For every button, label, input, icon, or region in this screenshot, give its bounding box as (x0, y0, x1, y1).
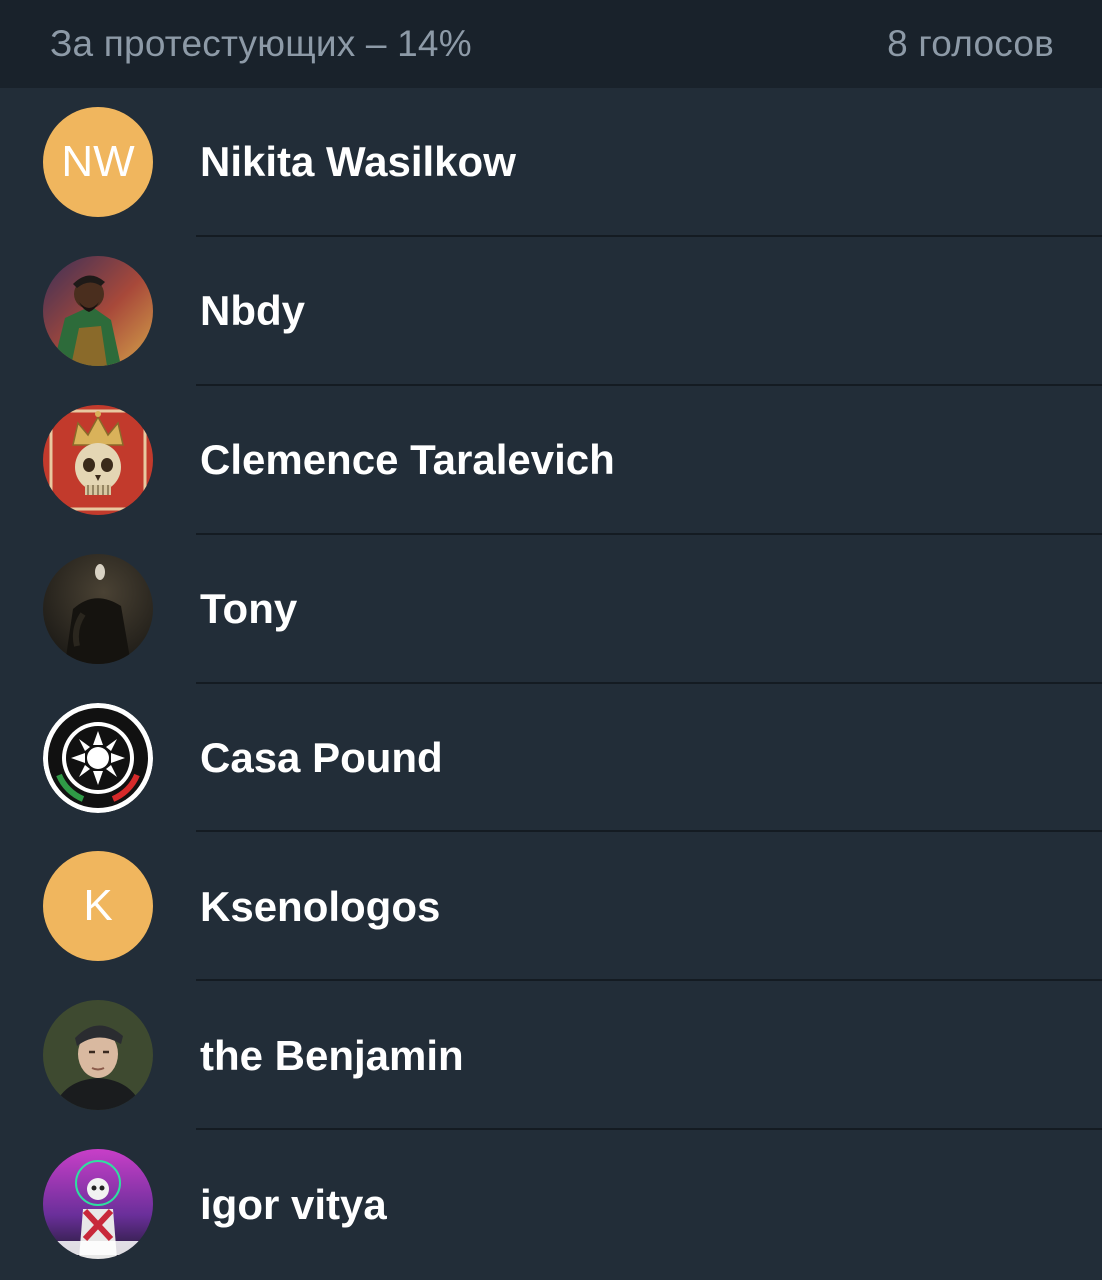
voter-name: igor vitya (200, 1180, 387, 1228)
man-portrait-avatar-icon (43, 1000, 153, 1111)
voter-row[interactable]: the Benjamin (0, 981, 1102, 1131)
voter-row[interactable]: igor vitya (0, 1130, 1102, 1279)
voter-row[interactable]: NW Nikita Wasilkow (0, 88, 1102, 237)
avatar: K (43, 851, 153, 962)
turtle-emblem-avatar-icon (43, 702, 153, 813)
cartoon-man-avatar-icon (43, 255, 153, 366)
voter-row[interactable]: Tony (0, 535, 1102, 684)
avatar (43, 553, 153, 664)
voter-name: Tony (200, 585, 298, 633)
voter-row[interactable]: K Ksenologos (0, 832, 1102, 982)
voter-row[interactable]: Casa Pound (0, 684, 1102, 833)
voter-name: the Benjamin (200, 1031, 464, 1079)
poll-option-title: За протестующих – 14% (50, 23, 472, 64)
avatar-initials: K (83, 881, 113, 931)
neon-skeleton-avatar-icon (43, 1149, 153, 1260)
avatar (43, 702, 153, 813)
avatar (43, 404, 153, 515)
avatar (43, 255, 153, 366)
poll-voters-screen: За протестующих – 14% 8 голосов NW Nikit… (0, 0, 1102, 1280)
vote-count: 8 голосов (887, 23, 1054, 64)
poll-option-header: За протестующих – 14% 8 голосов (0, 0, 1102, 88)
voter-list: NW Nikita Wasilkow Nbdy Clemence Taralev… (0, 88, 1102, 1279)
voter-name: Casa Pound (200, 734, 443, 781)
avatar (43, 1000, 153, 1111)
voter-name: Nikita Wasilkow (200, 138, 516, 186)
dark-figure-avatar-icon (43, 553, 153, 664)
avatar (43, 1149, 153, 1260)
voter-row[interactable]: Clemence Taralevich (0, 386, 1102, 535)
voter-name: Clemence Taralevich (200, 436, 615, 484)
voter-row[interactable]: Nbdy (0, 237, 1102, 386)
voter-name: Ksenologos (200, 882, 441, 930)
crowned-skull-avatar-icon (43, 404, 153, 515)
voter-name: Nbdy (200, 287, 305, 335)
avatar-initials: NW (61, 137, 135, 186)
avatar: NW (43, 107, 153, 217)
